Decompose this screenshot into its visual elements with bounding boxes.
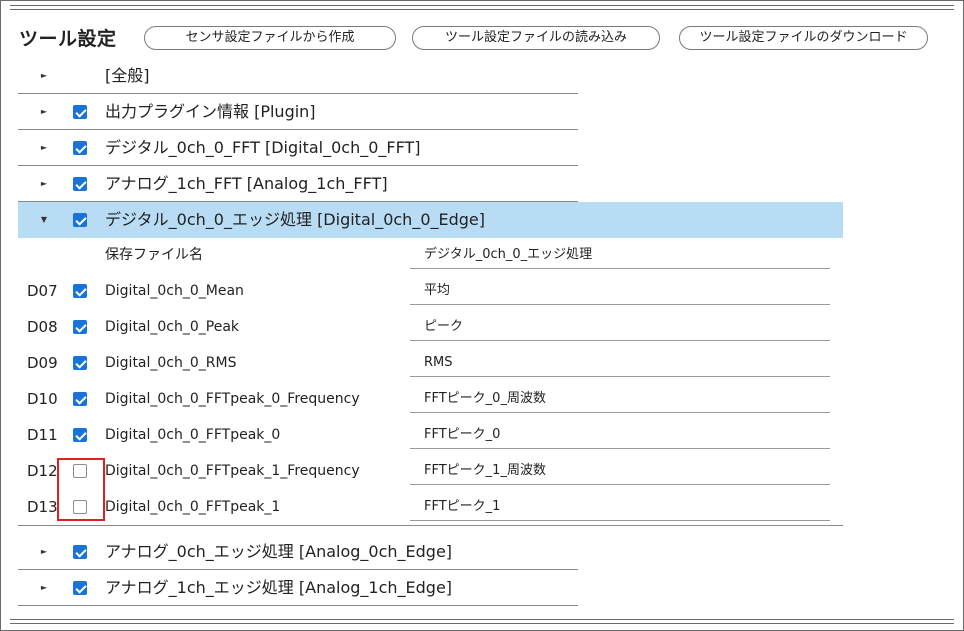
- section-row-plugin[interactable]: ► 出力プラグイン情報 [Plugin]: [18, 94, 578, 130]
- param-checkbox[interactable]: [73, 320, 87, 334]
- save-file-label: 保存ファイル名: [105, 247, 203, 263]
- triangle-right-icon[interactable]: ►: [38, 166, 50, 201]
- param-checkbox[interactable]: [73, 356, 87, 370]
- triangle-right-icon[interactable]: ►: [38, 534, 50, 569]
- param-row: D08 Digital_0ch_0_Peak ピーク: [18, 309, 843, 345]
- section-checkbox[interactable]: [73, 581, 87, 595]
- page-title: ツール設定: [19, 28, 117, 50]
- param-display-name-input[interactable]: 平均: [410, 276, 830, 305]
- param-checkbox[interactable]: [73, 428, 87, 442]
- section-label: 出力プラグイン情報 [Plugin]: [105, 102, 316, 121]
- download-tool-file-button[interactable]: ツール設定ファイルのダウンロード: [679, 26, 928, 50]
- expanded-section-panel: 保存ファイル名 デジタル_0ch_0_エッジ処理 D07 Digital_0ch…: [18, 237, 843, 526]
- triangle-right-icon[interactable]: ►: [38, 130, 50, 165]
- triangle-right-icon[interactable]: ►: [38, 94, 50, 129]
- section-row-digital-edge[interactable]: ▼ デジタル_0ch_0_エッジ処理 [Digital_0ch_0_Edge]: [18, 202, 843, 238]
- param-code: D10: [27, 390, 58, 408]
- param-display-name-input[interactable]: FFTピーク_0: [410, 420, 830, 449]
- param-display-name-input[interactable]: RMS: [410, 348, 830, 377]
- section-row-analog-0ch-edge[interactable]: ► アナログ_0ch_エッジ処理 [Analog_0ch_Edge]: [18, 534, 578, 570]
- param-row: D11 Digital_0ch_0_FFTpeak_0 FFTピーク_0: [18, 417, 843, 453]
- section-row-general[interactable]: ► [全般]: [18, 58, 578, 94]
- param-row: D12 Digital_0ch_0_FFTpeak_1_Frequency FF…: [18, 453, 843, 489]
- param-display-name-input[interactable]: FFTピーク_1: [410, 492, 830, 521]
- param-name: Digital_0ch_0_Mean: [105, 283, 244, 299]
- section-label: [全般]: [105, 66, 150, 85]
- load-tool-file-button[interactable]: ツール設定ファイルの読み込み: [412, 26, 660, 50]
- section-label: アナログ_1ch_FFT [Analog_1ch_FFT]: [105, 174, 388, 193]
- section-label: アナログ_1ch_エッジ処理 [Analog_1ch_Edge]: [105, 578, 453, 597]
- triangle-down-icon[interactable]: ▼: [38, 202, 50, 237]
- param-name: Digital_0ch_0_FFTpeak_1_Frequency: [105, 463, 360, 479]
- param-row: D10 Digital_0ch_0_FFTpeak_0_Frequency FF…: [18, 381, 843, 417]
- triangle-right-icon[interactable]: ►: [38, 58, 50, 93]
- param-code: D08: [27, 318, 58, 336]
- section-checkbox[interactable]: [73, 141, 87, 155]
- param-code: D12: [27, 462, 58, 480]
- triangle-right-icon[interactable]: ►: [38, 570, 50, 605]
- section-checkbox[interactable]: [73, 105, 87, 119]
- section-checkbox[interactable]: [73, 177, 87, 191]
- section-label: アナログ_0ch_エッジ処理 [Analog_0ch_Edge]: [105, 542, 453, 561]
- param-checkbox[interactable]: [73, 284, 87, 298]
- bottom-divider: [10, 619, 954, 624]
- param-name: Digital_0ch_0_FFTpeak_1: [105, 499, 281, 515]
- param-display-name-input[interactable]: FFTピーク_0_周波数: [410, 384, 830, 413]
- section-checkbox[interactable]: [73, 545, 87, 559]
- param-row: D09 Digital_0ch_0_RMS RMS: [18, 345, 843, 381]
- section-checkbox[interactable]: [73, 213, 87, 227]
- param-code: D07: [27, 282, 58, 300]
- param-code: D13: [27, 498, 58, 516]
- highlight-box: [57, 458, 105, 521]
- top-divider: [10, 5, 954, 10]
- create-from-sensor-file-button[interactable]: センサ設定ファイルから作成: [144, 26, 396, 50]
- param-name: Digital_0ch_0_RMS: [105, 355, 237, 371]
- param-checkbox[interactable]: [73, 392, 87, 406]
- section-row-analog-1ch-edge[interactable]: ► アナログ_1ch_エッジ処理 [Analog_1ch_Edge]: [18, 570, 578, 606]
- save-file-row: 保存ファイル名 デジタル_0ch_0_エッジ処理: [18, 237, 843, 273]
- param-name: Digital_0ch_0_FFTpeak_0_Frequency: [105, 391, 360, 407]
- section-label: デジタル_0ch_0_エッジ処理 [Digital_0ch_0_Edge]: [105, 210, 486, 229]
- section-row-digital-fft[interactable]: ► デジタル_0ch_0_FFT [Digital_0ch_0_FFT]: [18, 130, 578, 166]
- param-display-name-input[interactable]: FFTピーク_1_周波数: [410, 456, 830, 485]
- param-row: D07 Digital_0ch_0_Mean 平均: [18, 273, 843, 309]
- param-code: D09: [27, 354, 58, 372]
- section-label: デジタル_0ch_0_FFT [Digital_0ch_0_FFT]: [105, 138, 421, 157]
- save-file-name-input[interactable]: デジタル_0ch_0_エッジ処理: [410, 240, 830, 269]
- param-display-name-input[interactable]: ピーク: [410, 312, 830, 341]
- param-row: D13 Digital_0ch_0_FFTpeak_1 FFTピーク_1: [18, 489, 843, 525]
- section-row-analog-1ch-fft[interactable]: ► アナログ_1ch_FFT [Analog_1ch_FFT]: [18, 166, 578, 202]
- param-code: D11: [27, 426, 58, 444]
- param-name: Digital_0ch_0_FFTpeak_0: [105, 427, 281, 443]
- param-name: Digital_0ch_0_Peak: [105, 319, 240, 335]
